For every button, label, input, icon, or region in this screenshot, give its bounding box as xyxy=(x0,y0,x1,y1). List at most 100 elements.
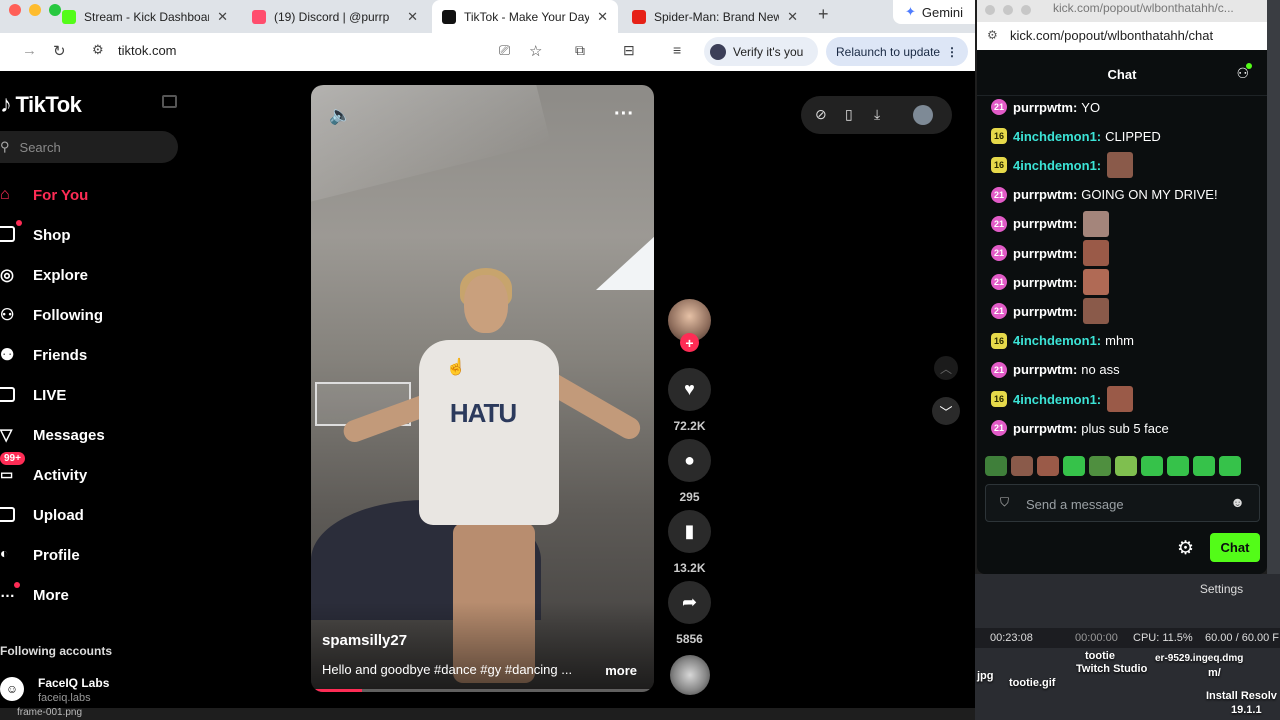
chat-username[interactable]: purrpwtm: xyxy=(1013,421,1077,436)
gemini-button[interactable]: ✦ Gemini xyxy=(893,0,975,24)
phone-icon[interactable]: ▯ xyxy=(845,106,853,123)
desktop-file[interactable]: tootie.gif xyxy=(1009,677,1055,689)
search-input[interactable]: ⚲ Search xyxy=(0,131,178,163)
minimize-window-button[interactable] xyxy=(29,4,41,16)
video-player[interactable]: HATU 🔈 ··· ☝ spamsilly27 Hello and goodb… xyxy=(311,85,654,692)
obs-settings-tab[interactable]: Settings xyxy=(1163,578,1280,600)
user-avatar[interactable] xyxy=(913,105,933,125)
subscriber-badge[interactable]: 21 xyxy=(991,99,1007,115)
tab-kick-dashboard[interactable]: Stream - Kick Dashboard ✕ xyxy=(52,0,238,33)
tiktok-logo[interactable]: ♪ TikTok xyxy=(0,91,82,119)
comment-button[interactable]: ● xyxy=(668,439,711,482)
desktop-file[interactable]: Twitch Studio xyxy=(1076,663,1147,675)
chat-input-box[interactable]: ⛉ ☻ xyxy=(985,484,1260,522)
chat-username[interactable]: purrpwtm: xyxy=(1013,304,1077,319)
close-tab-icon[interactable]: ✕ xyxy=(217,9,228,25)
follow-plus-button[interactable]: + xyxy=(680,333,699,352)
more-link[interactable]: more xyxy=(605,663,637,678)
chat-settings-icon[interactable]: ⚙ xyxy=(1177,537,1194,560)
subscriber-badge[interactable]: 16 xyxy=(991,157,1007,174)
close-tab-icon[interactable]: ✕ xyxy=(597,9,608,25)
menu-kebab-icon[interactable]: ⋮ xyxy=(946,45,958,59)
zoom-window-button[interactable] xyxy=(1021,5,1031,15)
account-avatar[interactable]: ☺ xyxy=(0,677,24,701)
chat-username[interactable]: purrpwtm: xyxy=(1013,187,1077,202)
chat-username[interactable]: purrpwtm: xyxy=(1013,246,1077,261)
emote-shortcut[interactable] xyxy=(1011,456,1033,476)
emote-shortcut[interactable] xyxy=(1141,456,1163,476)
like-button[interactable]: ♥ xyxy=(668,368,711,411)
emote-shortcut[interactable] xyxy=(1089,456,1111,476)
emote-shortcut[interactable] xyxy=(985,456,1007,476)
chat-username[interactable]: purrpwtm: xyxy=(1013,275,1077,290)
account-name[interactable]: FaceIQ Labs xyxy=(38,676,109,690)
compass-circle-icon[interactable]: ⊘ xyxy=(815,106,827,123)
video-username[interactable]: spamsilly27 xyxy=(322,632,407,649)
subscriber-badge[interactable]: 21 xyxy=(991,303,1007,320)
chat-username[interactable]: purrpwtm: xyxy=(1013,362,1077,377)
reading-mode-icon[interactable]: ⊟ xyxy=(623,42,635,59)
emote-shortcut[interactable] xyxy=(1167,456,1189,476)
site-info-icon[interactable]: ⚙ xyxy=(987,28,998,42)
emote-shortcut[interactable] xyxy=(1115,456,1137,476)
emote-shortcut[interactable] xyxy=(1193,456,1215,476)
subscriber-badge[interactable]: 21 xyxy=(991,186,1007,203)
address-bar[interactable]: tiktok.com xyxy=(118,43,177,58)
tab-tiktok[interactable]: TikTok - Make Your Day ✕ xyxy=(432,0,618,33)
desktop-file[interactable]: jpg xyxy=(977,670,994,682)
desktop-file[interactable]: 19.1.1 xyxy=(1231,704,1262,716)
video-progress-track[interactable] xyxy=(311,689,654,692)
back-icon[interactable]: → xyxy=(22,42,37,59)
next-video-button[interactable]: ﹀ xyxy=(932,397,960,425)
desktop-file[interactable]: frame-001.png xyxy=(17,707,82,718)
emoji-picker-icon[interactable]: ☻ xyxy=(1230,494,1245,510)
chat-username[interactable]: purrpwtm: xyxy=(1013,216,1077,231)
chat-username[interactable]: 4inchdemon1: xyxy=(1013,392,1101,407)
relaunch-button[interactable]: Relaunch to update ⋮ xyxy=(826,37,968,66)
chat-input[interactable] xyxy=(1026,494,1226,514)
tab-discord[interactable]: (19) Discord | @purrp ✕ xyxy=(242,0,428,33)
bookmark-star-icon[interactable]: ☆ xyxy=(529,42,542,60)
reload-icon[interactable]: ↻ xyxy=(53,42,66,60)
emote-shortcut[interactable] xyxy=(1063,456,1085,476)
share-button[interactable]: ➦ xyxy=(668,581,711,624)
subscriber-badge[interactable]: 16 xyxy=(991,332,1007,349)
subscriber-badge[interactable]: 21 xyxy=(991,215,1007,232)
kick-address-bar[interactable]: ⚙ kick.com/popout/wlbonthatahh/chat xyxy=(977,22,1267,50)
close-window-button[interactable] xyxy=(985,5,995,15)
video-options-icon[interactable]: ··· xyxy=(614,103,634,126)
tab-spiderman[interactable]: Spider-Man: Brand New Day ✕ xyxy=(622,0,808,33)
subscriber-badge[interactable]: 21 xyxy=(991,274,1007,291)
chat-username[interactable]: 4inchdemon1: xyxy=(1013,129,1101,144)
collapse-sidebar-icon[interactable] xyxy=(162,95,177,108)
desktop-file[interactable]: m/ xyxy=(1208,667,1221,679)
previous-video-button[interactable]: ︿ xyxy=(934,356,958,380)
desktop-file[interactable]: tootie xyxy=(1085,650,1115,662)
emote-shortcut[interactable] xyxy=(1219,456,1241,476)
minimize-window-button[interactable] xyxy=(1003,5,1013,15)
chat-username[interactable]: purrpwtm: xyxy=(1013,100,1077,115)
subscriber-badge[interactable]: 16 xyxy=(991,391,1007,407)
subscriber-badge[interactable]: 21 xyxy=(991,420,1007,437)
volume-icon[interactable]: 🔈 xyxy=(329,105,351,126)
chat-username[interactable]: 4inchdemon1: xyxy=(1013,158,1101,173)
verify-profile-button[interactable]: Verify it's you xyxy=(704,37,818,66)
new-tab-button[interactable]: + xyxy=(818,4,829,25)
chat-send-button[interactable]: Chat xyxy=(1210,533,1260,562)
install-app-icon[interactable]: ⎚ xyxy=(499,42,510,59)
subscriber-badge[interactable]: 21 xyxy=(991,361,1007,378)
emote-shortcut[interactable] xyxy=(1037,456,1059,476)
music-disc-icon[interactable] xyxy=(670,655,710,695)
desktop-file[interactable]: Install Resolv xyxy=(1206,690,1277,702)
media-controls-icon[interactable]: ≡ xyxy=(673,42,681,58)
download-icon[interactable]: ⤓ xyxy=(874,106,880,123)
desktop-file[interactable]: er-9529.ingeq.dmg xyxy=(1155,653,1243,664)
site-info-icon[interactable]: ⚙ xyxy=(92,42,104,58)
close-tab-icon[interactable]: ✕ xyxy=(407,9,418,25)
subscriber-badge[interactable]: 21 xyxy=(991,245,1007,261)
subscriber-badge[interactable]: 16 xyxy=(991,128,1007,145)
save-button[interactable]: ▮ xyxy=(668,510,711,553)
close-window-button[interactable] xyxy=(9,4,21,16)
extensions-icon[interactable]: ⧉ xyxy=(575,42,585,59)
chat-username[interactable]: 4inchdemon1: xyxy=(1013,333,1101,348)
